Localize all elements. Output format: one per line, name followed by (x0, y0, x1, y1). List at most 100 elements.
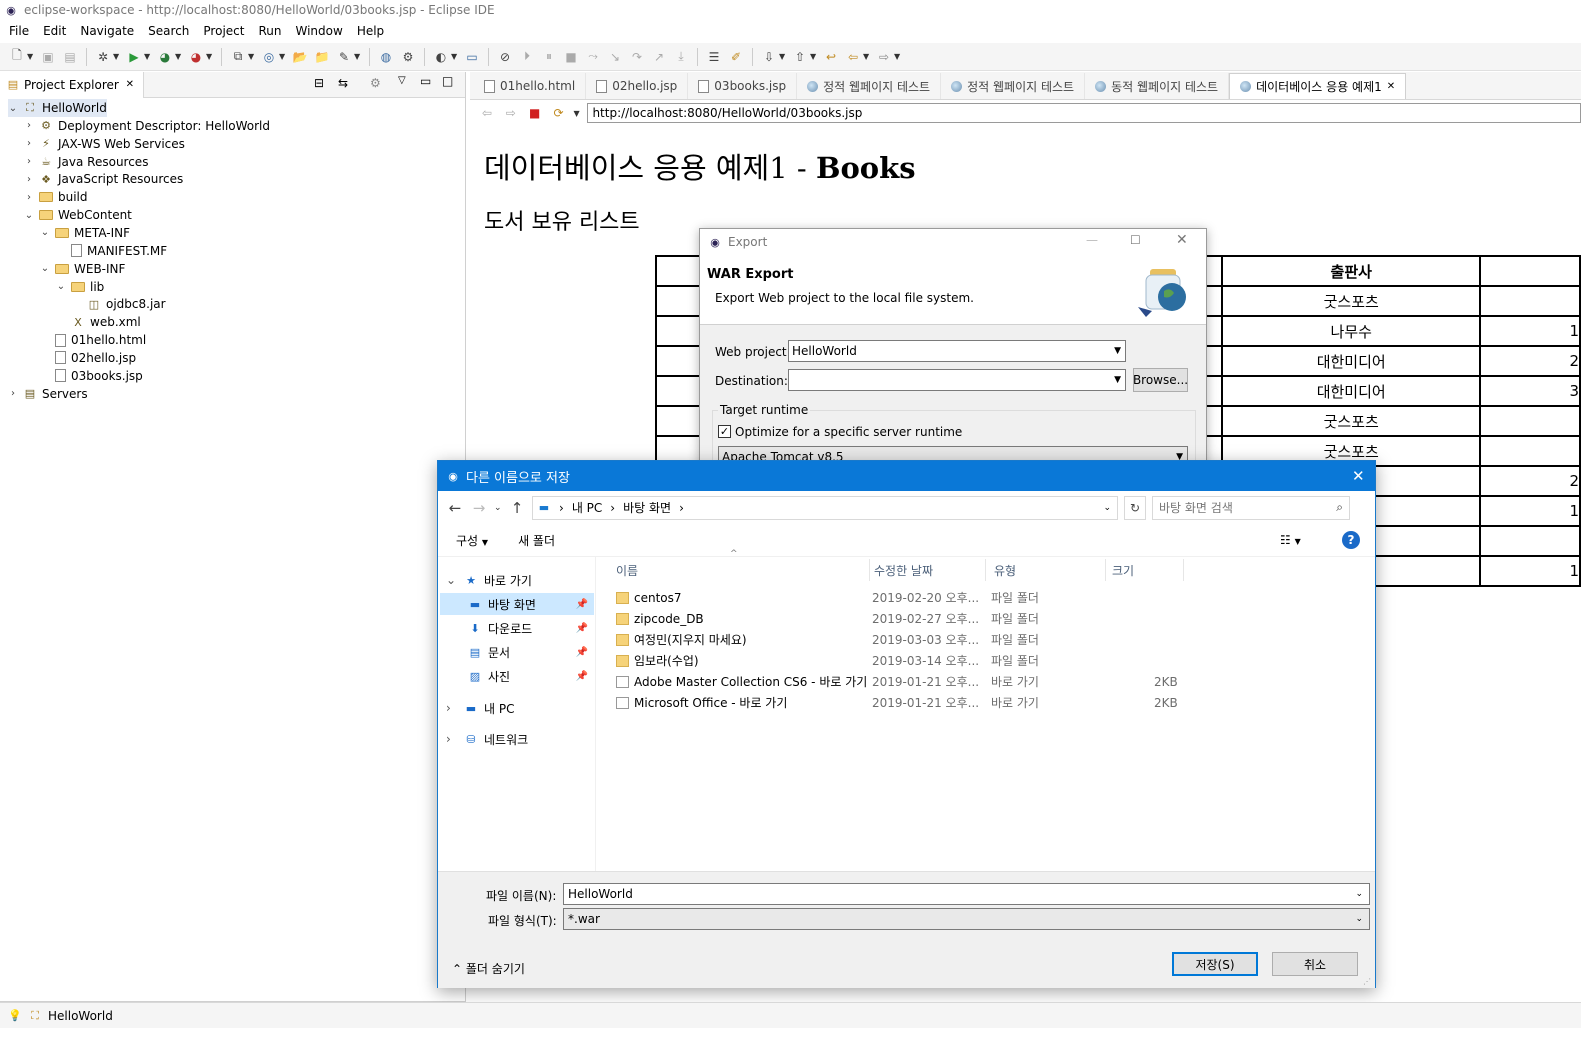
address-bar[interactable]: ▬ › 내 PC › 바탕 화면 › ⌄ (532, 495, 1118, 520)
chevron-right-icon[interactable]: › (24, 174, 34, 185)
chevron-right-icon[interactable]: › (8, 388, 18, 399)
external-tools-icon[interactable]: ◕ (187, 48, 205, 66)
chevron-down-icon[interactable]: ⌄ (40, 263, 50, 274)
chevron-down-icon[interactable]: ⌄ (40, 227, 50, 238)
tree-item[interactable]: 02hello.jsp (40, 349, 136, 367)
editor-tab[interactable]: 03books.jsp (688, 73, 798, 99)
editor-tab[interactable]: 정적 웹페이지 테스트 (797, 73, 942, 99)
step-over-icon[interactable]: ↷ (628, 48, 646, 66)
hide-folders-button[interactable]: ⌃ 폴더 숨기기 (452, 960, 525, 977)
step-into-icon[interactable]: ↘ (606, 48, 624, 66)
nav-item[interactable]: › ⛁ 네트워크 (440, 728, 594, 750)
editor-tab[interactable]: 동적 웹페이지 테스트 (1085, 73, 1230, 99)
chevron-down-icon[interactable]: ⌄ (1103, 503, 1111, 513)
resume-icon[interactable]: ⏵ (518, 48, 536, 66)
chevron-down-icon[interactable]: ▼ (144, 52, 152, 61)
tree-item[interactable]: ⌄ META-INF (40, 224, 130, 242)
new-folder-button[interactable]: 새 폴더 (518, 532, 555, 549)
menu-edit[interactable]: Edit (36, 24, 73, 38)
nav-item[interactable]: ▨ 사진 📌 (440, 665, 594, 687)
chevron-down-icon[interactable]: ▼ (27, 52, 35, 61)
column-size[interactable]: 크기 (1104, 559, 1184, 581)
back-arrow-icon[interactable]: ← (446, 499, 464, 517)
refresh-icon[interactable]: ⟳ (550, 104, 568, 122)
filename-input[interactable]: HelloWorld ⌄ (563, 883, 1370, 905)
chevron-right-icon[interactable]: › (24, 138, 34, 149)
chevron-down-icon[interactable]: ⌄ (24, 210, 34, 221)
file-row[interactable]: zipcode_DB 2019-02-27 오후... 파일 폴더 (614, 608, 1374, 629)
stop-icon[interactable]: ■ (526, 104, 544, 122)
run-icon[interactable]: ▶ (125, 48, 143, 66)
browse-button[interactable]: Browse... (1133, 368, 1188, 392)
close-icon[interactable]: ✕ (1352, 467, 1365, 485)
chevron-down-icon[interactable]: ▼ (894, 52, 902, 61)
view-menu-icon[interactable]: ▽ (398, 75, 406, 86)
help-icon[interactable]: ? (1342, 531, 1360, 549)
save-all-icon[interactable]: ▤ (61, 48, 79, 66)
previous-annotation-icon[interactable]: ⇧ (791, 48, 809, 66)
save-icon[interactable]: ▣ (39, 48, 57, 66)
search-input[interactable]: 바탕 화면 검색 ⌕ (1152, 495, 1350, 520)
tree-item[interactable]: › ❖ JavaScript Resources (24, 170, 183, 188)
menu-search[interactable]: Search (141, 24, 196, 38)
coverage-icon[interactable]: ◕ (156, 48, 174, 66)
filter-icon[interactable]: ⚙ (370, 76, 381, 90)
link-editor-icon[interactable]: ⇆ (338, 76, 348, 90)
debug-icon[interactable]: ✲ (94, 48, 112, 66)
breadcrumb-desktop[interactable]: 바탕 화면 (623, 499, 671, 516)
chevron-down-icon[interactable]: ▼ (574, 109, 582, 118)
chevron-down-icon[interactable]: ▼ (206, 52, 214, 61)
suspend-icon[interactable]: ⏸ (540, 48, 558, 66)
close-icon[interactable]: ✕ (123, 78, 137, 92)
tree-item[interactable]: › ☕ Java Resources (24, 153, 148, 171)
editor-tab[interactable]: 02hello.jsp (586, 73, 689, 99)
minimize-icon[interactable]: — (1086, 233, 1098, 247)
nav-item[interactable]: ⬇ 다운로드 📌 (440, 617, 594, 639)
cancel-button[interactable]: 취소 (1272, 952, 1358, 976)
chevron-down-icon[interactable]: ▼ (279, 52, 287, 61)
tab-project-explorer[interactable]: ▤ Project Explorer ✕ (0, 71, 144, 98)
menu-file[interactable]: File (2, 24, 36, 38)
chevron-down-icon[interactable]: ▼ (175, 52, 183, 61)
chevron-right-icon[interactable]: › (446, 701, 458, 715)
toggle-annotation-icon[interactable]: ☰ (705, 48, 723, 66)
editor-tab[interactable]: 데이터베이스 응용 예제1 ✕ (1229, 73, 1407, 99)
file-row[interactable]: centos7 2019-02-20 오후... 파일 폴더 (614, 587, 1374, 608)
chevron-down-icon[interactable]: ▼ (113, 52, 121, 61)
maximize-icon[interactable]: ☐ (1130, 233, 1141, 247)
mark-occurrences-icon[interactable]: ✐ (727, 48, 745, 66)
nav-item[interactable]: ▬ 바탕 화면 📌 (440, 593, 594, 615)
web-services-icon[interactable]: ⚙ (399, 48, 417, 66)
search-icon[interactable]: ✎ (335, 48, 353, 66)
forward-icon[interactable]: ⇨ (875, 48, 893, 66)
recent-locations-icon[interactable]: ⌄ (494, 503, 502, 513)
close-icon[interactable]: ✕ (1387, 81, 1395, 92)
console-icon[interactable]: ▭ (463, 48, 481, 66)
organize-button[interactable]: 구성 ▼ (456, 532, 488, 549)
tree-item[interactable]: ⌄ WebContent (24, 206, 132, 224)
chevron-down-icon[interactable]: ▼ (354, 52, 362, 61)
open-resource-icon[interactable]: 📁 (313, 48, 331, 66)
close-icon[interactable]: ✕ (1176, 232, 1188, 248)
chevron-down-icon[interactable]: ⌄ (446, 573, 458, 587)
chevron-right-icon[interactable]: › (24, 192, 34, 203)
tree-item[interactable]: Xweb.xml (56, 313, 141, 331)
resize-grip-icon[interactable]: ⋰ (1363, 977, 1371, 986)
menu-project[interactable]: Project (196, 24, 251, 38)
disconnect-icon[interactable]: ⤳ (584, 48, 602, 66)
web-project-select[interactable]: HelloWorld ▼ (788, 340, 1126, 362)
chevron-down-icon[interactable]: ▼ (863, 52, 871, 61)
menu-help[interactable]: Help (350, 24, 391, 38)
forward-icon[interactable]: ⇨ (502, 104, 520, 122)
drop-to-frame-icon[interactable]: ⤓ (672, 48, 690, 66)
chevron-right-icon[interactable]: › (24, 120, 34, 131)
minimize-icon[interactable]: ▭ (420, 74, 431, 88)
menu-navigate[interactable]: Navigate (73, 24, 141, 38)
menu-run[interactable]: Run (251, 24, 288, 38)
web-browser-icon[interactable]: ◍ (377, 48, 395, 66)
back-icon[interactable]: ⇦ (478, 104, 496, 122)
column-type[interactable]: 유형 (986, 559, 1106, 581)
new-server-icon[interactable]: ⧉ (229, 48, 247, 66)
file-row[interactable]: 임보라(수업) 2019-03-14 오후... 파일 폴더 (614, 650, 1374, 671)
chevron-down-icon[interactable]: ▼ (451, 52, 459, 61)
